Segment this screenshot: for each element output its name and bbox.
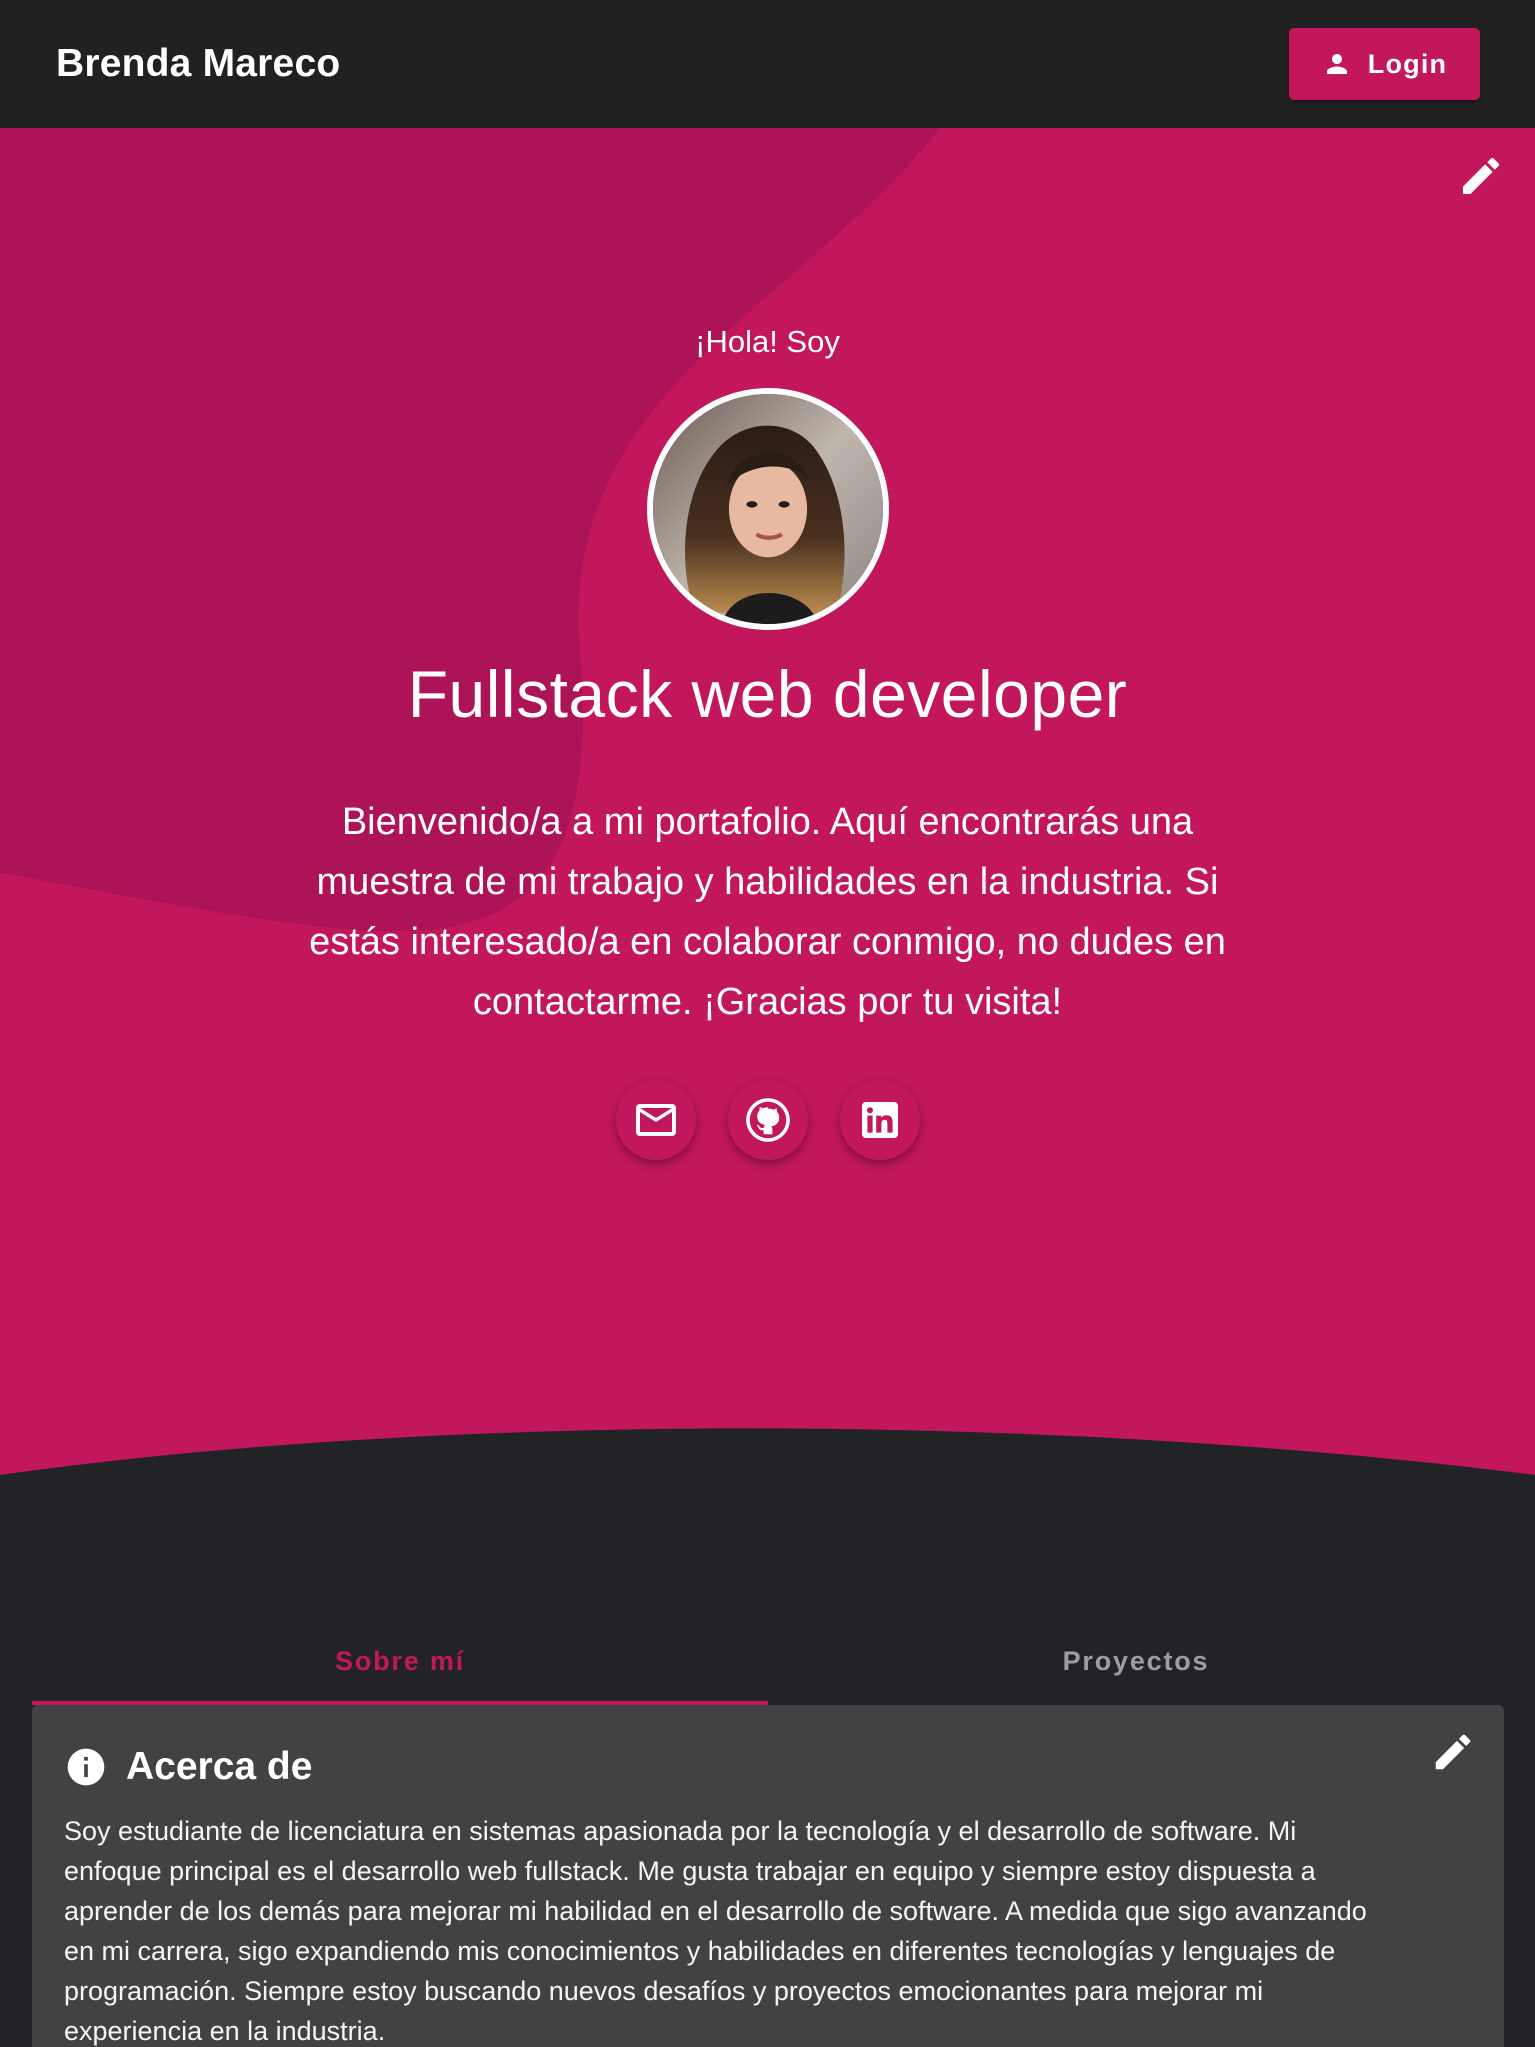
tab-proyectos[interactable]: Proyectos xyxy=(768,1625,1504,1705)
pencil-icon xyxy=(1435,1734,1471,1770)
tab-sobre-mi[interactable]: Sobre mí xyxy=(32,1625,768,1705)
role-title: Fullstack web developer xyxy=(407,657,1128,731)
person-icon xyxy=(1326,54,1347,74)
github-button[interactable] xyxy=(727,1080,808,1160)
avatar xyxy=(646,388,889,630)
social-links xyxy=(615,1080,920,1160)
about-text: Soy estudiante de licenciatura en sistem… xyxy=(64,1816,1367,2046)
hero-bottom-curve xyxy=(0,1435,1535,1475)
about-edit-button[interactable] xyxy=(1430,1729,1476,1775)
welcome-text: Bienvenido/a a mi portafolio. Aquí encon… xyxy=(309,801,1226,1023)
hero-section: ¡Hola! Soy Fullstack web developer Bienv… xyxy=(0,128,1535,1475)
greeting-text: ¡Hola! Soy xyxy=(695,324,840,359)
linkedin-icon xyxy=(861,1102,898,1138)
brand-title: Brenda Mareco xyxy=(56,42,341,85)
login-label: Login xyxy=(1367,48,1448,79)
hero-content: ¡Hola! Soy Fullstack web developer Bienv… xyxy=(0,128,1535,1160)
github-icon xyxy=(745,1098,790,1142)
about-card: Acerca de Soy estudiante de licenciatura… xyxy=(32,1705,1504,2047)
app-bar: Brenda Mareco Login xyxy=(0,0,1535,128)
login-button[interactable]: Login xyxy=(1289,28,1480,100)
section-tabs: Sobre mí Proyectos xyxy=(32,1625,1504,1705)
linkedin-button[interactable] xyxy=(839,1080,920,1160)
about-header: Acerca de xyxy=(64,1745,1472,1789)
info-icon xyxy=(67,1748,105,1786)
email-button[interactable] xyxy=(615,1080,696,1160)
profile-photo xyxy=(652,394,883,624)
about-title: Acerca de xyxy=(126,1745,313,1788)
mail-icon xyxy=(635,1104,676,1136)
